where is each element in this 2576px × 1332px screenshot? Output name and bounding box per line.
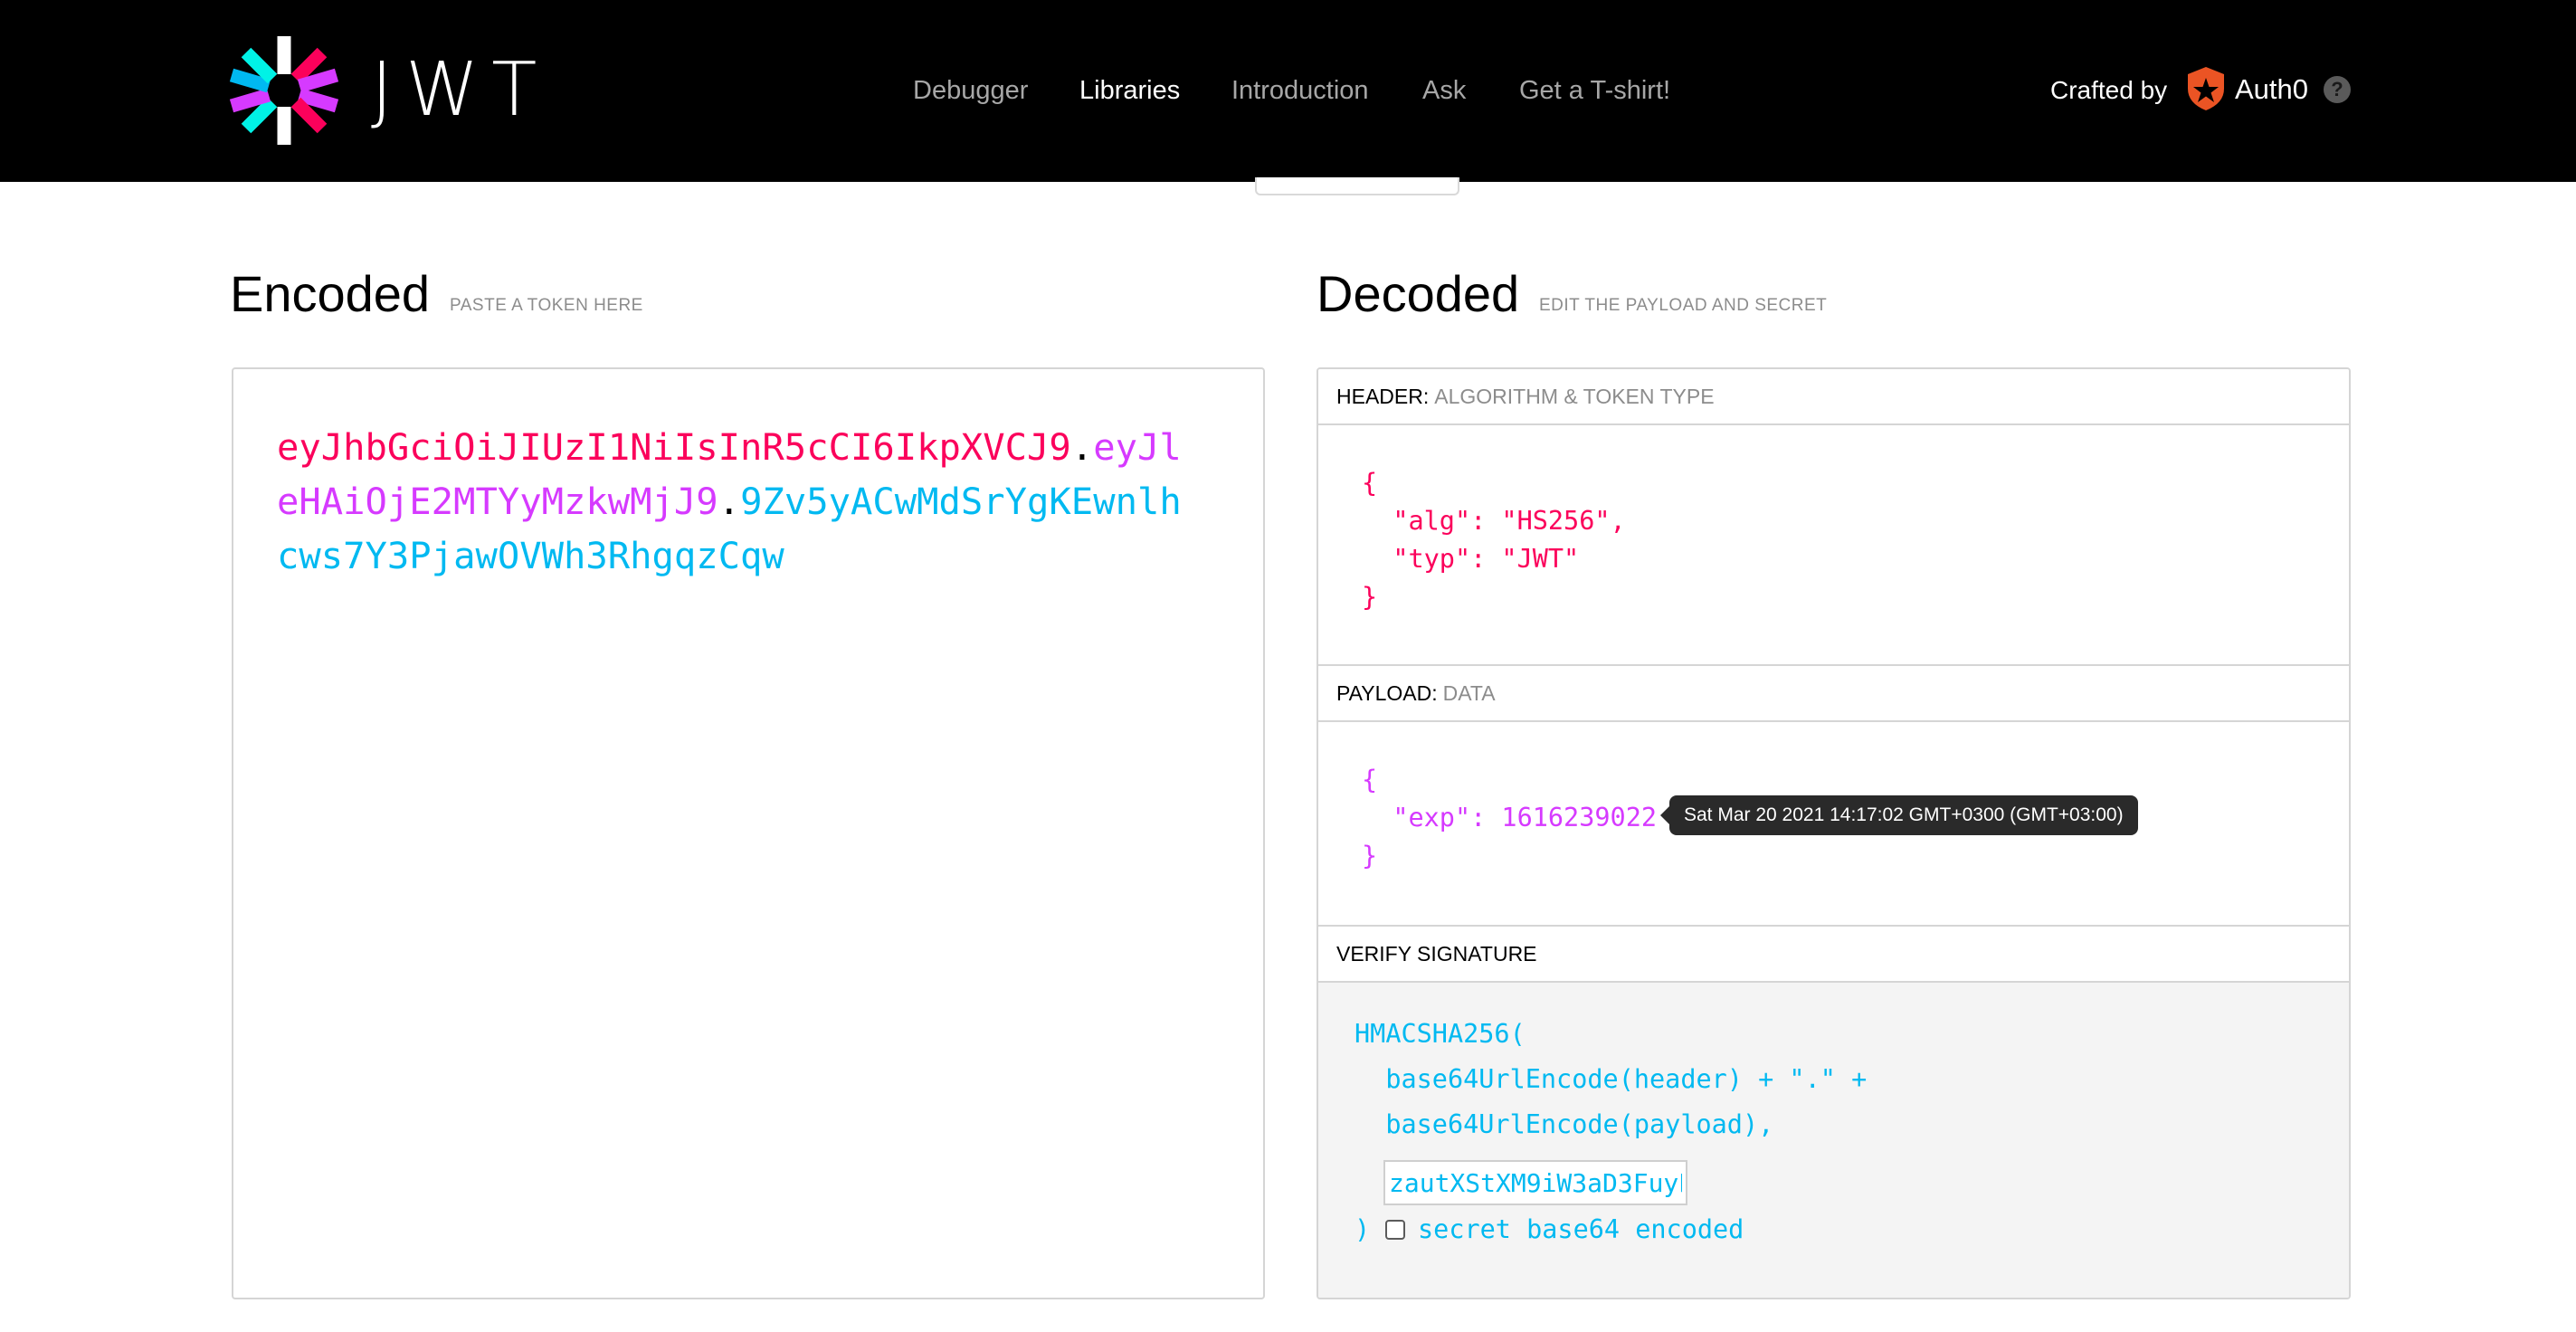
token-dot: . — [718, 480, 741, 523]
header-sublabel: ALGORITHM & TOKEN TYPE — [1434, 385, 1715, 408]
payload-json-editor[interactable]: { "exp": 1616239022 } — [1362, 761, 1657, 875]
verify-close-paren: ) — [1355, 1214, 1371, 1244]
decoded-hint: EDIT THE PAYLOAD AND SECRET — [1539, 296, 1828, 315]
top-navbar: JWT Debugger Libraries Introduction Ask … — [0, 0, 2576, 182]
verify-code: HMACSHA256( base64UrlEncode(header) + ".… — [1355, 1019, 1868, 1139]
auth0-brand[interactable]: Auth0 — [2235, 69, 2308, 110]
base64-label[interactable]: secret base64 encoded — [1418, 1211, 1744, 1249]
token-dot: . — [1070, 425, 1094, 469]
verify-signature-area: HMACSHA256( base64UrlEncode(header) + ".… — [1318, 983, 2349, 1298]
help-icon[interactable]: ? — [2324, 76, 2351, 103]
secret-input[interactable] — [1383, 1160, 1687, 1205]
nav-debugger[interactable]: Debugger — [913, 67, 1028, 114]
jwt-logo[interactable]: JWT — [228, 34, 572, 147]
header-json-editor[interactable]: { "alg": "HS256", "typ": "JWT" } — [1362, 464, 1626, 616]
jwt-logo-text: JWT — [371, 47, 550, 133]
header-section-title: HEADER: ALGORITHM & TOKEN TYPE — [1318, 369, 2349, 425]
exp-date-tooltip: Sat Mar 20 2021 14:17:02 GMT+0300 (GMT+0… — [1660, 795, 2138, 835]
token-header-part: eyJhbGciOiJIUzI1NiIsInR5cCI6IkpXVCJ9 — [277, 425, 1071, 469]
header-label: HEADER: — [1336, 385, 1430, 408]
nav-ask[interactable]: Ask — [1422, 67, 1466, 114]
nav-get-tshirt[interactable]: Get a T-shirt! — [1519, 67, 1670, 114]
nav-dropdown-stub — [1255, 177, 1459, 195]
encoded-title: Encoded — [230, 265, 431, 322]
crafted-by-label: Crafted by — [2050, 76, 2168, 104]
encoded-token-editor[interactable]: eyJhbGciOiJIUzI1NiIsInR5cCI6IkpXVCJ9.eyJ… — [232, 367, 1265, 1299]
nav-libraries[interactable]: Libraries — [1079, 67, 1180, 114]
encoded-token[interactable]: eyJhbGciOiJIUzI1NiIsInR5cCI6IkpXVCJ9.eyJ… — [277, 420, 1182, 583]
payload-label: PAYLOAD: — [1336, 681, 1438, 705]
payload-section-title: PAYLOAD: DATA — [1318, 666, 2349, 722]
base64-checkbox[interactable] — [1385, 1220, 1405, 1240]
encoded-hint: PASTE A TOKEN HERE — [450, 296, 643, 315]
verify-label: VERIFY SIGNATURE — [1336, 942, 1537, 966]
auth0-logo-icon[interactable] — [2184, 65, 2228, 112]
decoded-title: Decoded — [1317, 265, 1520, 322]
nav-introduction[interactable]: Introduction — [1231, 67, 1369, 114]
verify-section-title: VERIFY SIGNATURE — [1318, 927, 2349, 983]
jwt-logo-icon — [229, 36, 339, 145]
payload-sublabel: DATA — [1442, 681, 1496, 705]
